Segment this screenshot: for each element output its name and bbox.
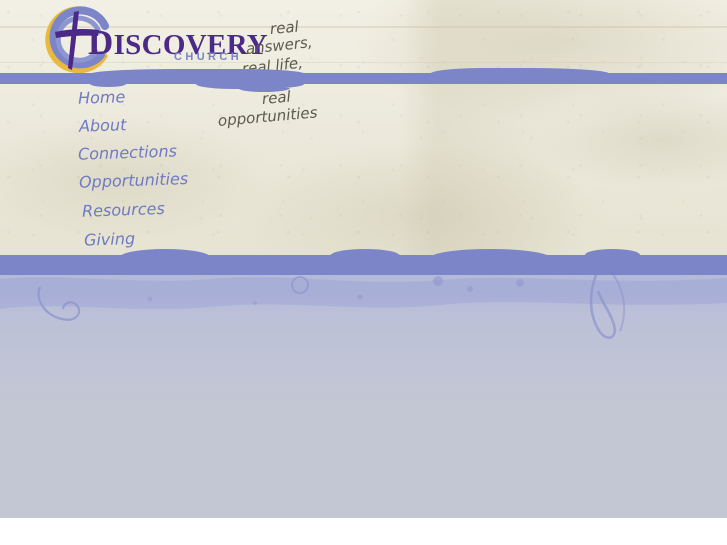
header-blue-band	[0, 68, 727, 84]
header-hero-image: DISCOVERY CHURCH real answers, real life…	[0, 0, 727, 262]
nav-item-home[interactable]: Home	[78, 85, 238, 108]
logo-subtitle: CHURCH	[174, 51, 243, 63]
page-root: DISCOVERY CHURCH real answers, real life…	[0, 0, 727, 518]
torn-edge-nub	[330, 249, 400, 256]
nav-item-giving[interactable]: Giving	[84, 227, 238, 250]
nav-item-resources[interactable]: Resources	[82, 198, 238, 221]
nav-item-opportunities[interactable]: Opportunities	[79, 169, 238, 192]
decorative-paint-splash	[0, 272, 727, 339]
lower-content-section: When and Where We Meet What's Happening …	[0, 249, 727, 518]
nav-item-about[interactable]: About	[79, 113, 238, 136]
nav-item-connections[interactable]: Connections	[78, 141, 238, 163]
site-logo[interactable]: DISCOVERY CHURCH	[41, 6, 268, 76]
main-navigation: Home About Connections Opportunities Res…	[78, 85, 238, 250]
torn-edge-nub	[585, 249, 640, 255]
